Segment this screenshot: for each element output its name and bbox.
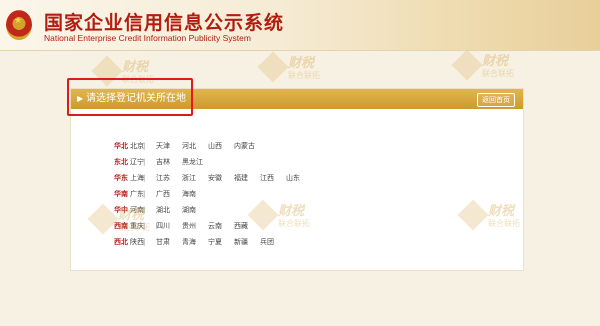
province-link[interactable]: 北京 [130, 140, 144, 152]
watermark-logo: 财税 联合联拓 [257, 48, 328, 88]
province-link[interactable]: 云南 [208, 220, 222, 232]
province-link[interactable]: 青海 [182, 236, 196, 248]
province-link[interactable]: 黑龙江 [182, 156, 203, 168]
watermark-logo: 财税 联合联拓 [87, 200, 158, 240]
province-link[interactable]: 江苏 [156, 172, 170, 184]
province-link[interactable]: 湖南 [182, 204, 196, 216]
province-link[interactable]: 吉林 [156, 156, 170, 168]
province-link[interactable]: 天津 [156, 140, 170, 152]
province-link[interactable]: 宁夏 [208, 236, 222, 248]
province-link[interactable]: 四川 [156, 220, 170, 232]
watermark-logo: 财税 联合联拓 [451, 46, 522, 86]
province-link[interactable]: 湖北 [156, 204, 170, 216]
star-icon: ★ [14, 16, 23, 26]
province-link[interactable]: 河北 [182, 140, 196, 152]
site-title: 国家企业信用信息公示系统 [44, 12, 285, 34]
province-link[interactable]: 广西 [156, 188, 170, 200]
province-link[interactable]: 贵州 [182, 220, 196, 232]
province-link[interactable]: 安徽 [208, 172, 222, 184]
province-link[interactable]: 上海 [130, 172, 144, 184]
province-link[interactable]: 浙江 [182, 172, 196, 184]
watermark-logo: 财税 联合联拓 [457, 196, 528, 236]
province-link[interactable]: 辽宁 [130, 156, 144, 168]
province-link[interactable]: 海南 [182, 188, 196, 200]
site-header: ★ 国家企业信用信息公示系统 National Enterprise Credi… [0, 0, 600, 51]
province-link[interactable]: 江西 [260, 172, 274, 184]
watermark-logo: 财税 联合联拓 [247, 196, 318, 236]
province-link[interactable]: 广东 [130, 188, 144, 200]
province-link[interactable]: 甘肃 [156, 236, 170, 248]
province-link[interactable]: 内蒙古 [234, 140, 255, 152]
province-link[interactable]: 兵团 [260, 236, 274, 248]
province-link[interactable]: 新疆 [234, 236, 248, 248]
return-home-button[interactable]: 返回首页 [477, 93, 515, 107]
province-link[interactable]: 福建 [234, 172, 248, 184]
national-emblem-icon: ★ [6, 10, 32, 40]
province-link[interactable]: 山东 [286, 172, 300, 184]
site-subtitle: National Enterprise Credit Information P… [44, 33, 251, 43]
province-link[interactable]: 山西 [208, 140, 222, 152]
province-link[interactable]: 西藏 [234, 220, 248, 232]
highlight-box [67, 78, 193, 116]
